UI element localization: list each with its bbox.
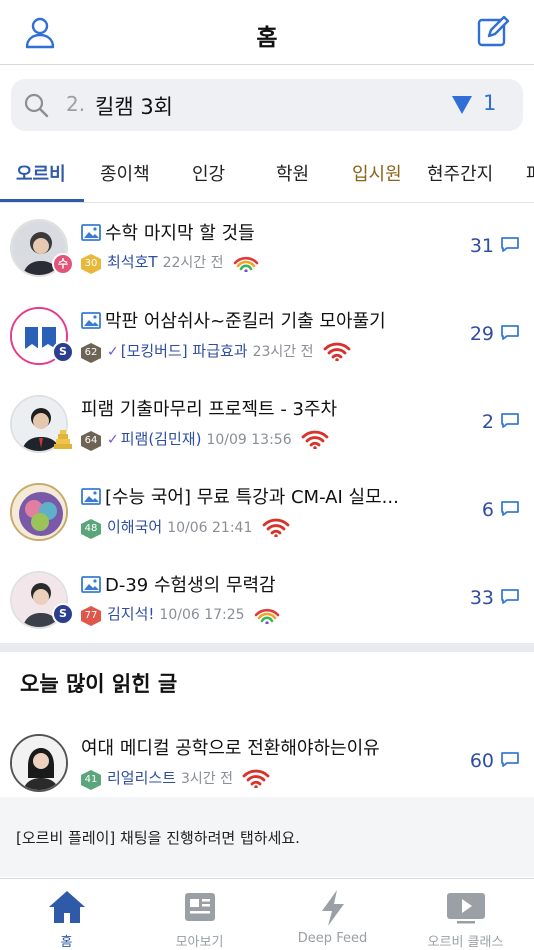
image-icon <box>81 576 101 598</box>
nav-orbi-class[interactable]: 오르비 클래스 <box>399 879 532 950</box>
tab-online-lecture[interactable]: 인강 <box>192 160 225 186</box>
home-icon <box>48 891 85 923</box>
role-badge: S <box>52 341 74 363</box>
level-badge: 41 <box>81 770 101 790</box>
bottom-nav: 홈 모아보기 Deep Feed 오르비 클래스 <box>0 878 534 950</box>
post-time: 10/09 13:56 <box>206 432 292 448</box>
compose-icon[interactable] <box>475 14 511 54</box>
post-meta: 62 ✓ [모킹버드] 파급효과 23시간 전 <box>81 339 351 365</box>
image-icon <box>81 312 101 334</box>
nav-collection[interactable]: 모아보기 <box>133 879 266 950</box>
app-header: 홈 <box>0 0 534 65</box>
author-name[interactable]: 김지석! <box>107 605 154 623</box>
level-badge: 48 <box>81 519 101 539</box>
author-name[interactable]: [모킹버드] 파급효과 <box>121 342 248 360</box>
tab-academy[interactable]: 학원 <box>276 160 309 186</box>
tab-more[interactable]: 파 <box>526 160 534 186</box>
post-meta: 77 김지석! 10/06 17:25 <box>81 603 280 628</box>
post-time: 10/06 21:41 <box>167 520 253 536</box>
tab-hyunju[interactable]: 현주간지 <box>427 160 493 186</box>
search-bar[interactable]: 2. 킬캠 3회 1 <box>11 79 523 131</box>
search-prefix: 2. <box>66 92 86 116</box>
post-title: D-39 수험생의 무력감 <box>81 571 276 598</box>
filter-count[interactable]: 1 <box>483 91 496 115</box>
comment-count[interactable]: 33 <box>470 587 520 609</box>
author-name[interactable]: 피램(김민재) <box>121 430 202 448</box>
search-icon <box>23 92 49 122</box>
comment-count[interactable]: 60 <box>470 750 520 772</box>
post-title: 여대 메디컬 공학으로 전환해야하는이유 <box>81 738 380 759</box>
avatar <box>10 483 68 541</box>
author-name[interactable]: 최석호T <box>107 253 158 271</box>
post-title: 수학 마지막 할 것들 <box>81 219 255 246</box>
nav-deep-feed[interactable]: Deep Feed <box>266 879 399 950</box>
comment-count[interactable]: 2 <box>482 411 520 433</box>
section-title: 오늘 많이 읽힌 글 <box>20 672 178 696</box>
role-badge: 수 <box>52 253 74 275</box>
post-time: 23시간 전 <box>252 344 314 360</box>
list-item[interactable]: 피램 기출마무리 프로젝트 - 3주차 64 ✓ 피램(김민재) 10/09 13:5… <box>0 379 534 467</box>
tab-orbi[interactable]: 오르비 <box>16 160 66 186</box>
section-divider <box>0 643 534 652</box>
post-meta: 41 리얼리스트 3시간 전 <box>81 766 270 792</box>
tab-paper-book[interactable]: 종이책 <box>100 160 150 186</box>
category-tabs: 오르비 종이책 인강 학원 입시원 현주간지 파 <box>0 143 534 203</box>
search-query[interactable]: 킬캠 3회 <box>95 91 173 121</box>
level-badge: 30 <box>81 254 101 274</box>
tab-admission[interactable]: 입시원 <box>352 160 402 186</box>
list-item[interactable]: S D-39 수험생의 무력감 77 김지석! 10/06 17:25 33 <box>0 555 534 643</box>
list-item[interactable]: 수 수학 마지막 할 것들 30 최석호T 22시간 전 31 <box>0 203 534 291</box>
avatar <box>10 734 68 792</box>
red-signal-icon <box>301 427 329 453</box>
verified-icon: ✓ <box>107 344 119 360</box>
play-chat-banner[interactable]: [오르비 플레이] 채팅을 진행하려면 탭하세요. <box>0 797 534 877</box>
comment-icon <box>501 237 519 252</box>
filter-icon[interactable] <box>451 95 473 119</box>
image-icon <box>81 224 101 246</box>
post-meta: 30 최석호T 22시간 전 <box>81 251 259 276</box>
comment-count[interactable]: 29 <box>470 323 520 345</box>
comment-icon <box>501 501 519 516</box>
author-name[interactable]: 리얼리스트 <box>107 769 176 787</box>
role-badge: S <box>52 603 74 625</box>
post-title: 피램 기출마무리 프로젝트 - 3주차 <box>81 399 338 420</box>
level-badge: 77 <box>81 606 101 626</box>
page-title: 홈 <box>256 25 278 51</box>
red-signal-icon <box>262 515 290 541</box>
lightning-icon <box>321 890 344 926</box>
rainbow-signal-icon <box>233 252 259 276</box>
list-item[interactable]: 여대 메디컬 공학으로 전환해야하는이유 41 리얼리스트 3시간 전 60 <box>0 718 534 806</box>
verified-icon: ✓ <box>107 432 119 448</box>
banner-text: [오르비 플레이] 채팅을 진행하려면 탭하세요. <box>16 829 300 847</box>
comment-count[interactable]: 31 <box>470 235 520 257</box>
author-name[interactable]: 이해국어 <box>107 518 162 536</box>
list-item[interactable]: [수능 국어] 무료 특강과 CM-AI 실모... 48 이해국어 10/06 2… <box>0 467 534 555</box>
play-icon <box>446 893 485 924</box>
news-icon <box>184 893 215 921</box>
red-signal-icon <box>323 339 351 365</box>
image-icon <box>81 488 101 510</box>
list-item[interactable]: S 막판 어삼쉬사~준킬러 기출 모아풀기 62 ✓ [모킹버드] 파급효과 23시간… <box>0 291 534 379</box>
post-meta: 64 ✓ 피램(김민재) 10/09 13:56 <box>81 427 329 453</box>
post-meta: 48 이해국어 10/06 21:41 <box>81 515 290 541</box>
level-badge: 64 <box>81 431 101 451</box>
comment-icon <box>501 589 519 604</box>
comment-icon <box>501 413 519 428</box>
rainbow-signal-icon <box>254 604 280 628</box>
active-tab-indicator <box>0 199 84 202</box>
post-time: 10/06 17:25 <box>159 607 245 623</box>
post-title: 막판 어삼쉬사~준킬러 기출 모아풀기 <box>81 307 386 334</box>
gold-stack-icon <box>52 429 74 455</box>
comment-count[interactable]: 6 <box>482 499 520 521</box>
red-signal-icon <box>242 766 270 792</box>
post-title: [수능 국어] 무료 특강과 CM-AI 실모... <box>81 483 399 510</box>
nav-home[interactable]: 홈 <box>0 879 133 950</box>
level-badge: 62 <box>81 343 101 363</box>
post-time: 3시간 전 <box>181 771 234 787</box>
post-time: 22시간 전 <box>162 255 224 271</box>
comment-icon <box>501 752 519 767</box>
comment-icon <box>501 325 519 340</box>
